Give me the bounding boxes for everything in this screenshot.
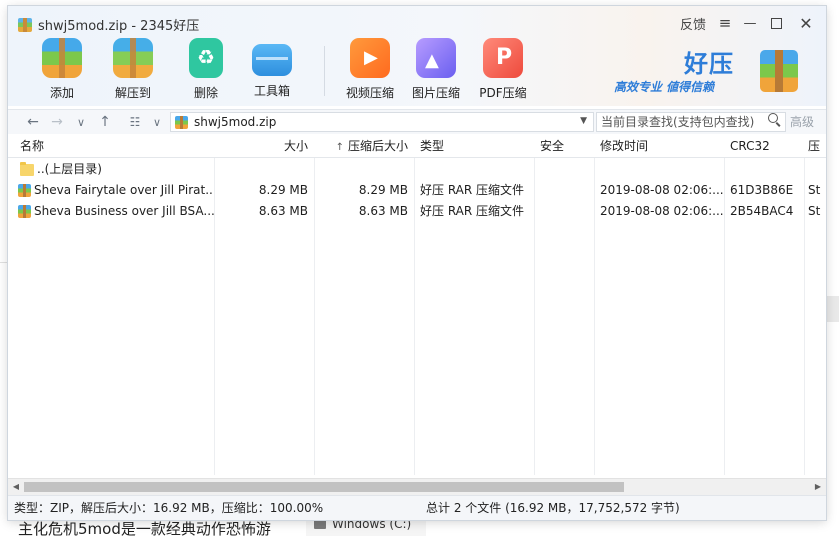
file-list: 名称 大小 ↑ 压缩后大小 类型 安全 修改时间 CRC32 压 ..(上层目录)…	[8, 135, 826, 475]
view-mode-chevron-icon[interactable]: ∨	[146, 110, 168, 134]
parent-directory-label: ..(上层目录)	[37, 162, 102, 176]
window-title-text: shwj5mod.zip - 2345好压	[38, 19, 200, 34]
horizontal-scrollbar[interactable]: ◀ ▶	[8, 478, 826, 495]
table-row[interactable]: Sheva Fairytale over Jill Pirat... 8.29 …	[8, 180, 826, 201]
file-type: 好压 RAR 压缩文件	[420, 204, 525, 218]
up-arrow-icon[interactable]: ↑	[94, 110, 116, 134]
view-mode-icon[interactable]: ☷	[124, 110, 146, 134]
table-header: 名称 大小 ↑ 压缩后大小 类型 安全 修改时间 CRC32 压	[8, 135, 826, 158]
extract-button[interactable]: 解压到	[105, 38, 161, 102]
history-chevron-icon[interactable]: ∨	[70, 110, 92, 134]
background-article-text: 主化危机5mod是一款经典动作恐怖游	[18, 520, 271, 538]
file-security	[534, 201, 594, 222]
pdf-icon	[483, 38, 523, 78]
column-header-name[interactable]: 名称	[14, 135, 214, 157]
advanced-search-link[interactable]: 高级	[790, 110, 814, 134]
column-header-crc[interactable]: CRC32	[724, 135, 804, 157]
column-header-method[interactable]: 压	[804, 135, 826, 157]
delete-button[interactable]: 删除	[178, 38, 234, 102]
file-modified: 2019-08-08 02:06:...	[600, 183, 724, 197]
search-icon[interactable]	[768, 113, 780, 125]
zip-app-icon	[18, 17, 32, 32]
archive-info-status: 类型：ZIP，解压后大小：16.92 MB，压缩比：100.00%	[14, 501, 324, 515]
path-field[interactable]: shwj5mod.zip ▼	[170, 112, 594, 132]
recycle-icon	[189, 38, 223, 78]
file-type: 好压 RAR 压缩文件	[420, 183, 525, 197]
column-header-size[interactable]: 大小	[214, 135, 314, 157]
video-compress-button[interactable]: 视频压缩	[342, 38, 398, 102]
file-size: 8.29 MB	[258, 183, 308, 197]
file-crc: 61D3B86E	[730, 183, 794, 197]
file-packed-size: 8.29 MB	[358, 183, 408, 197]
search-input[interactable]: 当前目录查找(支持包内查找)	[596, 112, 786, 132]
sort-ascending-icon: ↑	[335, 142, 344, 153]
path-dropdown-icon[interactable]: ▼	[580, 116, 587, 126]
add-button[interactable]: 添加	[34, 38, 90, 102]
title-toolbar-area: shwj5mod.zip - 2345好压 反馈 ≡ — ✕ 添加 解压到 删除…	[8, 6, 826, 106]
pdf-compress-label: PDF压缩	[479, 86, 527, 100]
rar-file-icon	[18, 205, 31, 218]
path-text: shwj5mod.zip	[194, 115, 277, 129]
drive-icon	[314, 519, 326, 529]
address-bar: ← → ∨ ↑ ☷ ∨ shwj5mod.zip ▼ 当前目录查找(支持包内查找…	[8, 109, 826, 134]
back-arrow-icon[interactable]: ←	[22, 110, 44, 134]
scrollbar-thumb[interactable]	[24, 482, 624, 492]
status-bar: 类型：ZIP，解压后大小：16.92 MB，压缩比：100.00% 总计 2 个…	[8, 495, 826, 520]
add-archive-icon	[42, 38, 82, 78]
file-packed-size: 8.63 MB	[358, 204, 408, 218]
toolbar-separator	[324, 46, 325, 96]
file-total-status: 总计 2 个文件 (16.92 MB，17,752,572 字节)	[426, 501, 680, 515]
video-icon	[350, 38, 390, 78]
file-crc: 2B54BAC4	[730, 204, 794, 218]
rar-file-icon	[18, 184, 31, 197]
column-header-packed-label: 压缩后大小	[347, 139, 408, 153]
toolbox-icon	[252, 44, 292, 76]
brand-slogan: 高效专业 値得信赖	[614, 80, 715, 94]
file-security	[534, 180, 594, 201]
brand-name: 好压	[684, 50, 734, 78]
file-name-cell: Sheva Fairytale over Jill Pirat...	[8, 180, 214, 201]
app-window: shwj5mod.zip - 2345好压 反馈 ≡ — ✕ 添加 解压到 删除…	[8, 6, 826, 520]
add-button-label: 添加	[49, 86, 74, 100]
forward-arrow-icon[interactable]: →	[46, 110, 68, 134]
background-scroll-stub	[826, 296, 839, 322]
parent-directory-row[interactable]: ..(上层目录)	[8, 159, 826, 180]
parent-directory-cell: ..(上层目录)	[8, 159, 214, 180]
folder-icon	[20, 161, 34, 176]
zip-file-icon	[175, 115, 188, 129]
delete-button-label: 删除	[193, 86, 218, 100]
window-title: shwj5mod.zip - 2345好压	[18, 15, 199, 34]
column-header-packed[interactable]: ↑ 压缩后大小	[314, 135, 414, 157]
close-icon[interactable]: ✕	[794, 12, 818, 34]
file-modified: 2019-08-08 02:06:...	[600, 204, 724, 218]
hamburger-icon[interactable]: ≡	[714, 12, 736, 34]
column-header-type[interactable]: 类型	[414, 135, 534, 157]
scroll-left-icon[interactable]: ◀	[8, 479, 24, 495]
toolbox-button[interactable]: 工具箱	[244, 38, 300, 102]
image-compress-button[interactable]: 图片压缩	[408, 38, 464, 102]
extract-button-label: 解压到	[114, 86, 151, 100]
file-method: St	[808, 183, 821, 197]
video-compress-label: 视频压缩	[345, 86, 394, 100]
column-header-modified[interactable]: 修改时间	[594, 135, 724, 157]
maximize-icon[interactable]	[764, 12, 788, 34]
brand-logo: 好压 高效专业 値得信赖	[614, 42, 814, 102]
feedback-button[interactable]: 反馈	[678, 12, 708, 34]
table-row[interactable]: Sheva Business over Jill BSA... 8.63 MB …	[8, 201, 826, 222]
extract-archive-icon	[113, 38, 153, 78]
pdf-compress-button[interactable]: PDF压缩	[475, 38, 531, 102]
image-compress-label: 图片压缩	[411, 86, 460, 100]
scroll-right-icon[interactable]: ▶	[810, 479, 826, 495]
file-size: 8.63 MB	[258, 204, 308, 218]
file-name-cell: Sheva Business over Jill BSA...	[8, 201, 214, 222]
file-name: Sheva Business over Jill BSA...	[34, 204, 214, 218]
file-method: St	[808, 204, 821, 218]
brand-archive-icon	[760, 50, 798, 92]
column-header-security[interactable]: 安全	[534, 135, 594, 157]
image-icon	[416, 38, 456, 78]
file-name: Sheva Fairytale over Jill Pirat...	[34, 183, 214, 197]
toolbox-button-label: 工具箱	[253, 84, 290, 98]
minimize-icon[interactable]: —	[738, 12, 762, 34]
